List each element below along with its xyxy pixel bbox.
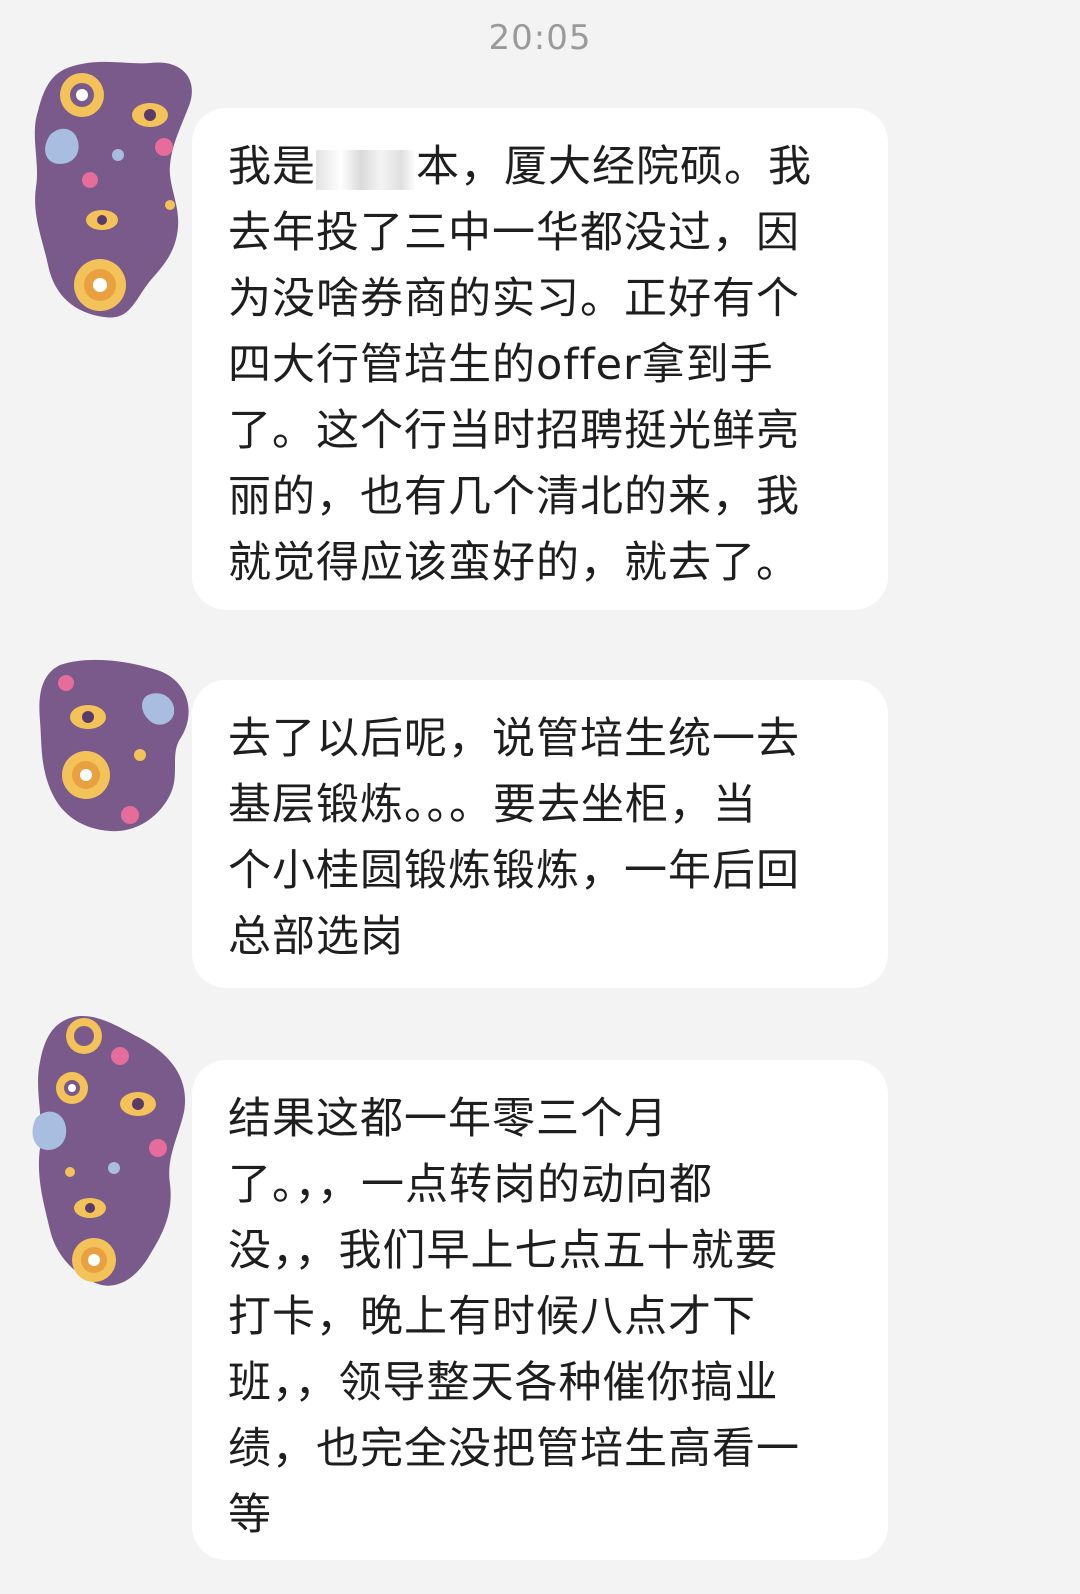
message-line: 总部选岗: [228, 912, 404, 962]
owl-pattern-avatar-icon[interactable]: [30, 655, 200, 835]
message-timestamp: 20:05: [488, 18, 592, 58]
message-line: 绩，也完全没把管培生高看一: [228, 1424, 800, 1474]
message-line: 班，，领导整天各种催你搞业: [228, 1358, 779, 1408]
message-line: 没，，我们早上七点五十就要: [228, 1226, 779, 1276]
message-line: 丽的，也有几个清北的来，我: [228, 472, 800, 522]
message-line: 等: [228, 1490, 272, 1540]
owl-pattern-avatar-icon[interactable]: [30, 55, 200, 325]
message-line: 了。这个行当时招聘挺光鲜亮: [228, 406, 800, 456]
message-bubble[interactable]: 结果这都一年零三个月 了。，，一点转岗的动向都 没，，我们早上七点五十就要 打卡…: [192, 1060, 888, 1560]
message-line: 打卡，晚上有时候八点才下: [228, 1292, 756, 1342]
message-bubble[interactable]: 我是 本，厦大经院硕。我 去年投了三中一华都没过，因 为没啥券商的实习。正好有个 …: [192, 108, 888, 610]
message-line: 为没啥券商的实习。正好有个: [228, 274, 800, 324]
message-line: 个小桂圆锻炼锻炼，一年后回: [228, 846, 800, 896]
owl-pattern-avatar-icon[interactable]: [30, 1008, 200, 1293]
redacted-blur: [316, 149, 416, 190]
message-line: 基层锻炼。。。要去坐柜，当: [228, 780, 757, 830]
message-line: 就觉得应该蛮好的，就去了。: [228, 538, 800, 588]
message-line: 去了以后呢，说管培生统一去: [228, 714, 800, 764]
message-bubble[interactable]: 去了以后呢，说管培生统一去 基层锻炼。。。要去坐柜，当 个小桂圆锻炼锻炼，一年后…: [192, 680, 888, 988]
message-line: 去年投了三中一华都没过，因: [228, 208, 800, 258]
message-line: 我是 本，厦大经院硕。我: [228, 142, 812, 192]
message-line: 了。，，一点转岗的动向都: [228, 1160, 713, 1210]
message-line: 四大行管培生的offer拿到手: [228, 340, 774, 390]
message-line: 结果这都一年零三个月: [228, 1094, 668, 1144]
